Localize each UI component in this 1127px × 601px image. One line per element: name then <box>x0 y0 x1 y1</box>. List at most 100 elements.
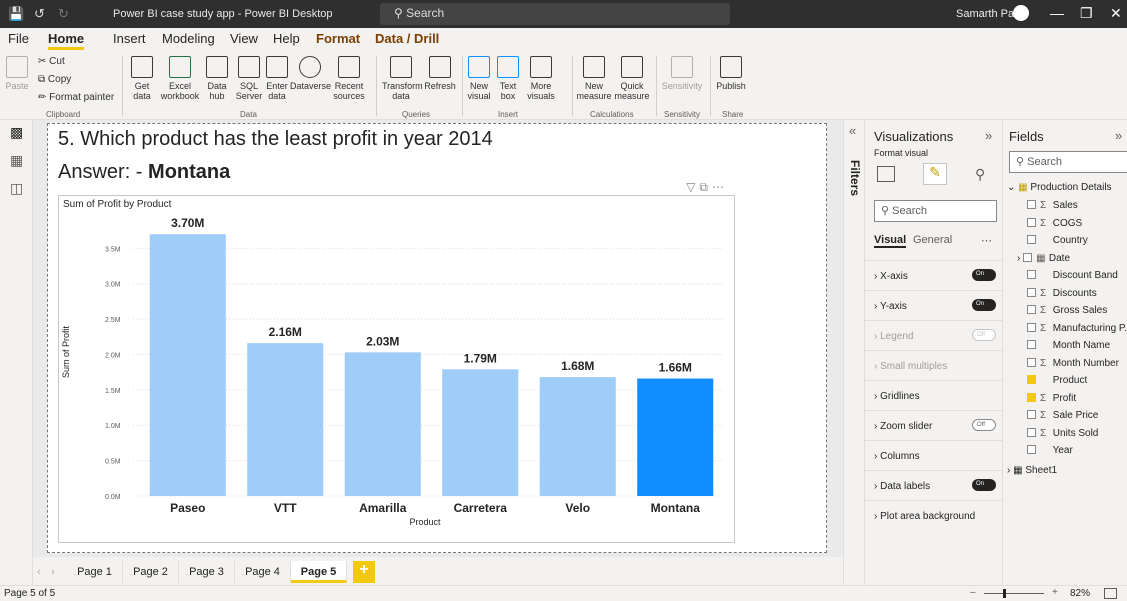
field-item[interactable]: Σ COGS <box>1027 217 1082 229</box>
publish-button[interactable]: Publish <box>714 56 748 91</box>
excel-workbook-button[interactable]: Excel workbook <box>160 56 200 101</box>
visualizations-search-input[interactable]: ⚲ Search <box>874 200 997 222</box>
tab-general[interactable]: General <box>913 234 952 246</box>
more-options-icon[interactable]: ⋯ <box>981 234 992 247</box>
bar-vtt[interactable] <box>247 343 324 496</box>
bar-montana[interactable] <box>637 378 714 496</box>
field-checkbox[interactable] <box>1027 217 1036 227</box>
field-checkbox[interactable] <box>1027 235 1036 244</box>
zoom-in-icon[interactable]: + <box>1052 587 1058 598</box>
filters-pane[interactable]: « Filters <box>843 120 865 585</box>
zoom-out-icon[interactable]: – <box>970 587 976 598</box>
next-page-icon[interactable]: › <box>51 566 55 578</box>
field-checkbox[interactable] <box>1027 427 1036 437</box>
field-checkbox[interactable] <box>1027 445 1036 454</box>
collapse-fields-icon[interactable]: » <box>1115 128 1122 143</box>
transform-data-button[interactable]: Transform data <box>382 56 423 101</box>
data-hub-button[interactable]: Data hub <box>202 56 232 101</box>
restore-icon[interactable]: ❐ <box>1080 5 1093 22</box>
build-visual-icon[interactable] <box>877 166 895 182</box>
field-checkbox[interactable] <box>1027 200 1036 209</box>
field-item[interactable]: Product <box>1027 375 1087 386</box>
tab-visual[interactable]: Visual <box>874 234 907 248</box>
copy-button[interactable]: ⧉ Copy <box>38 74 71 85</box>
format-section-x-axis[interactable]: › X-axis On <box>865 260 1003 290</box>
field-checkbox[interactable] <box>1027 392 1036 402</box>
enter-data-button[interactable]: Enter data <box>264 56 290 101</box>
get-data-button[interactable]: Get data <box>126 56 158 101</box>
minimize-icon[interactable]: — <box>1050 5 1064 21</box>
table-production-details[interactable]: ⌄ ▦ Production Details <box>1007 182 1112 193</box>
format-section-data-labels[interactable]: › Data labels On <box>865 470 1003 500</box>
new-measure-button[interactable]: New measure <box>576 56 612 101</box>
page-tab[interactable]: Page 3 <box>179 561 235 583</box>
field-checkbox[interactable] <box>1027 305 1036 314</box>
tab-file[interactable]: File <box>8 31 29 46</box>
report-page[interactable]: 5. Which product has the least profit in… <box>47 123 827 553</box>
avatar[interactable] <box>1013 5 1029 21</box>
tab-format[interactable]: Format <box>316 31 360 46</box>
page-tab[interactable]: Page 1 <box>67 561 123 583</box>
page-tab[interactable]: Page 5 <box>291 561 347 583</box>
analytics-icon[interactable]: ⚲ <box>975 166 985 183</box>
refresh-button[interactable]: Refresh <box>422 56 458 91</box>
format-section-zoom-slider[interactable]: › Zoom slider Off <box>865 410 1003 440</box>
tab-insert[interactable]: Insert <box>113 31 146 46</box>
page-tab[interactable]: Page 2 <box>123 561 179 583</box>
dataverse-button[interactable]: Dataverse <box>290 56 331 91</box>
add-page-button[interactable]: + <box>353 561 375 583</box>
bar-chart-visual[interactable]: ▽⧉⋯ 0.0M 0.5M 1.0M 1.5M 2.0M 2.5M 3.0M 3.5M Sum … <box>58 180 735 543</box>
field-checkbox[interactable] <box>1027 375 1036 384</box>
close-icon[interactable]: ✕ <box>1110 5 1122 22</box>
field-checkbox[interactable] <box>1027 322 1036 332</box>
field-item[interactable]: Month Name <box>1027 340 1110 351</box>
tab-modeling[interactable]: Modeling <box>162 31 215 46</box>
undo-icon[interactable]: ↺ <box>34 6 45 22</box>
field-checkbox[interactable] <box>1027 357 1036 367</box>
tab-help[interactable]: Help <box>273 31 300 46</box>
save-icon[interactable]: 💾 <box>8 6 24 22</box>
data-view-icon[interactable]: ▦ <box>10 152 23 169</box>
field-item[interactable]: Year <box>1027 445 1073 456</box>
bar-paseo[interactable] <box>149 234 226 496</box>
question-text[interactable]: 5. Which product has the least profit in… <box>58 128 493 151</box>
field-item[interactable]: Σ Sales <box>1027 200 1078 211</box>
field-item[interactable]: Discount Band <box>1027 270 1118 281</box>
field-item[interactable]: Country <box>1027 235 1088 246</box>
bar-velo[interactable] <box>539 377 616 496</box>
field-item[interactable]: Σ Discounts <box>1027 287 1097 299</box>
field-item[interactable]: Σ Profit <box>1027 392 1076 404</box>
toggle-switch[interactable]: Off <box>972 419 996 431</box>
text-box-button[interactable]: Text box <box>496 56 520 101</box>
quick-measure-button[interactable]: Quick measure <box>614 56 650 101</box>
fields-search-input[interactable]: ⚲ Search <box>1009 151 1127 173</box>
sql-server-button[interactable]: SQL Server <box>234 56 264 101</box>
report-view-icon[interactable]: ▩ <box>10 124 23 141</box>
prev-page-icon[interactable]: ‹ <box>37 566 41 578</box>
format-section-gridlines[interactable]: › Gridlines <box>865 380 1003 410</box>
format-section-y-axis[interactable]: › Y-axis On <box>865 290 1003 320</box>
filters-label[interactable]: Filters <box>848 160 862 196</box>
field-checkbox[interactable] <box>1027 410 1036 419</box>
redo-icon[interactable]: ↻ <box>58 6 69 22</box>
visual-header-icons[interactable]: ▽⧉⋯ <box>686 180 728 195</box>
cut-button[interactable]: ✂ Cut <box>38 56 65 67</box>
answer-text[interactable]: Answer: - Montana <box>58 161 230 184</box>
new-visual-button[interactable]: New visual <box>466 56 492 101</box>
zoom-slider[interactable] <box>984 593 1044 594</box>
toggle-switch[interactable]: On <box>972 479 996 491</box>
bar-amarilla[interactable] <box>344 352 421 496</box>
sensitivity-button[interactable]: Sensitivity <box>660 56 704 91</box>
field-checkbox[interactable] <box>1027 287 1036 297</box>
fit-page-icon[interactable] <box>1104 588 1117 599</box>
field-checkbox[interactable] <box>1023 252 1033 262</box>
chevron-left-icon[interactable]: « <box>849 123 856 138</box>
table-sheet1[interactable]: › ▦ Sheet1 <box>1007 465 1057 476</box>
field-item[interactable]: › ▦ Date <box>1017 252 1070 264</box>
format-section-legend[interactable]: › Legend Off <box>865 320 1003 350</box>
paste-button[interactable]: Paste <box>4 56 30 91</box>
field-item[interactable]: Σ Units Sold <box>1027 427 1098 439</box>
field-item[interactable]: Σ Sale Price <box>1027 410 1098 421</box>
field-item[interactable]: Σ Month Number <box>1027 357 1119 369</box>
format-painter-button[interactable]: ✏ Format painter <box>38 92 114 103</box>
